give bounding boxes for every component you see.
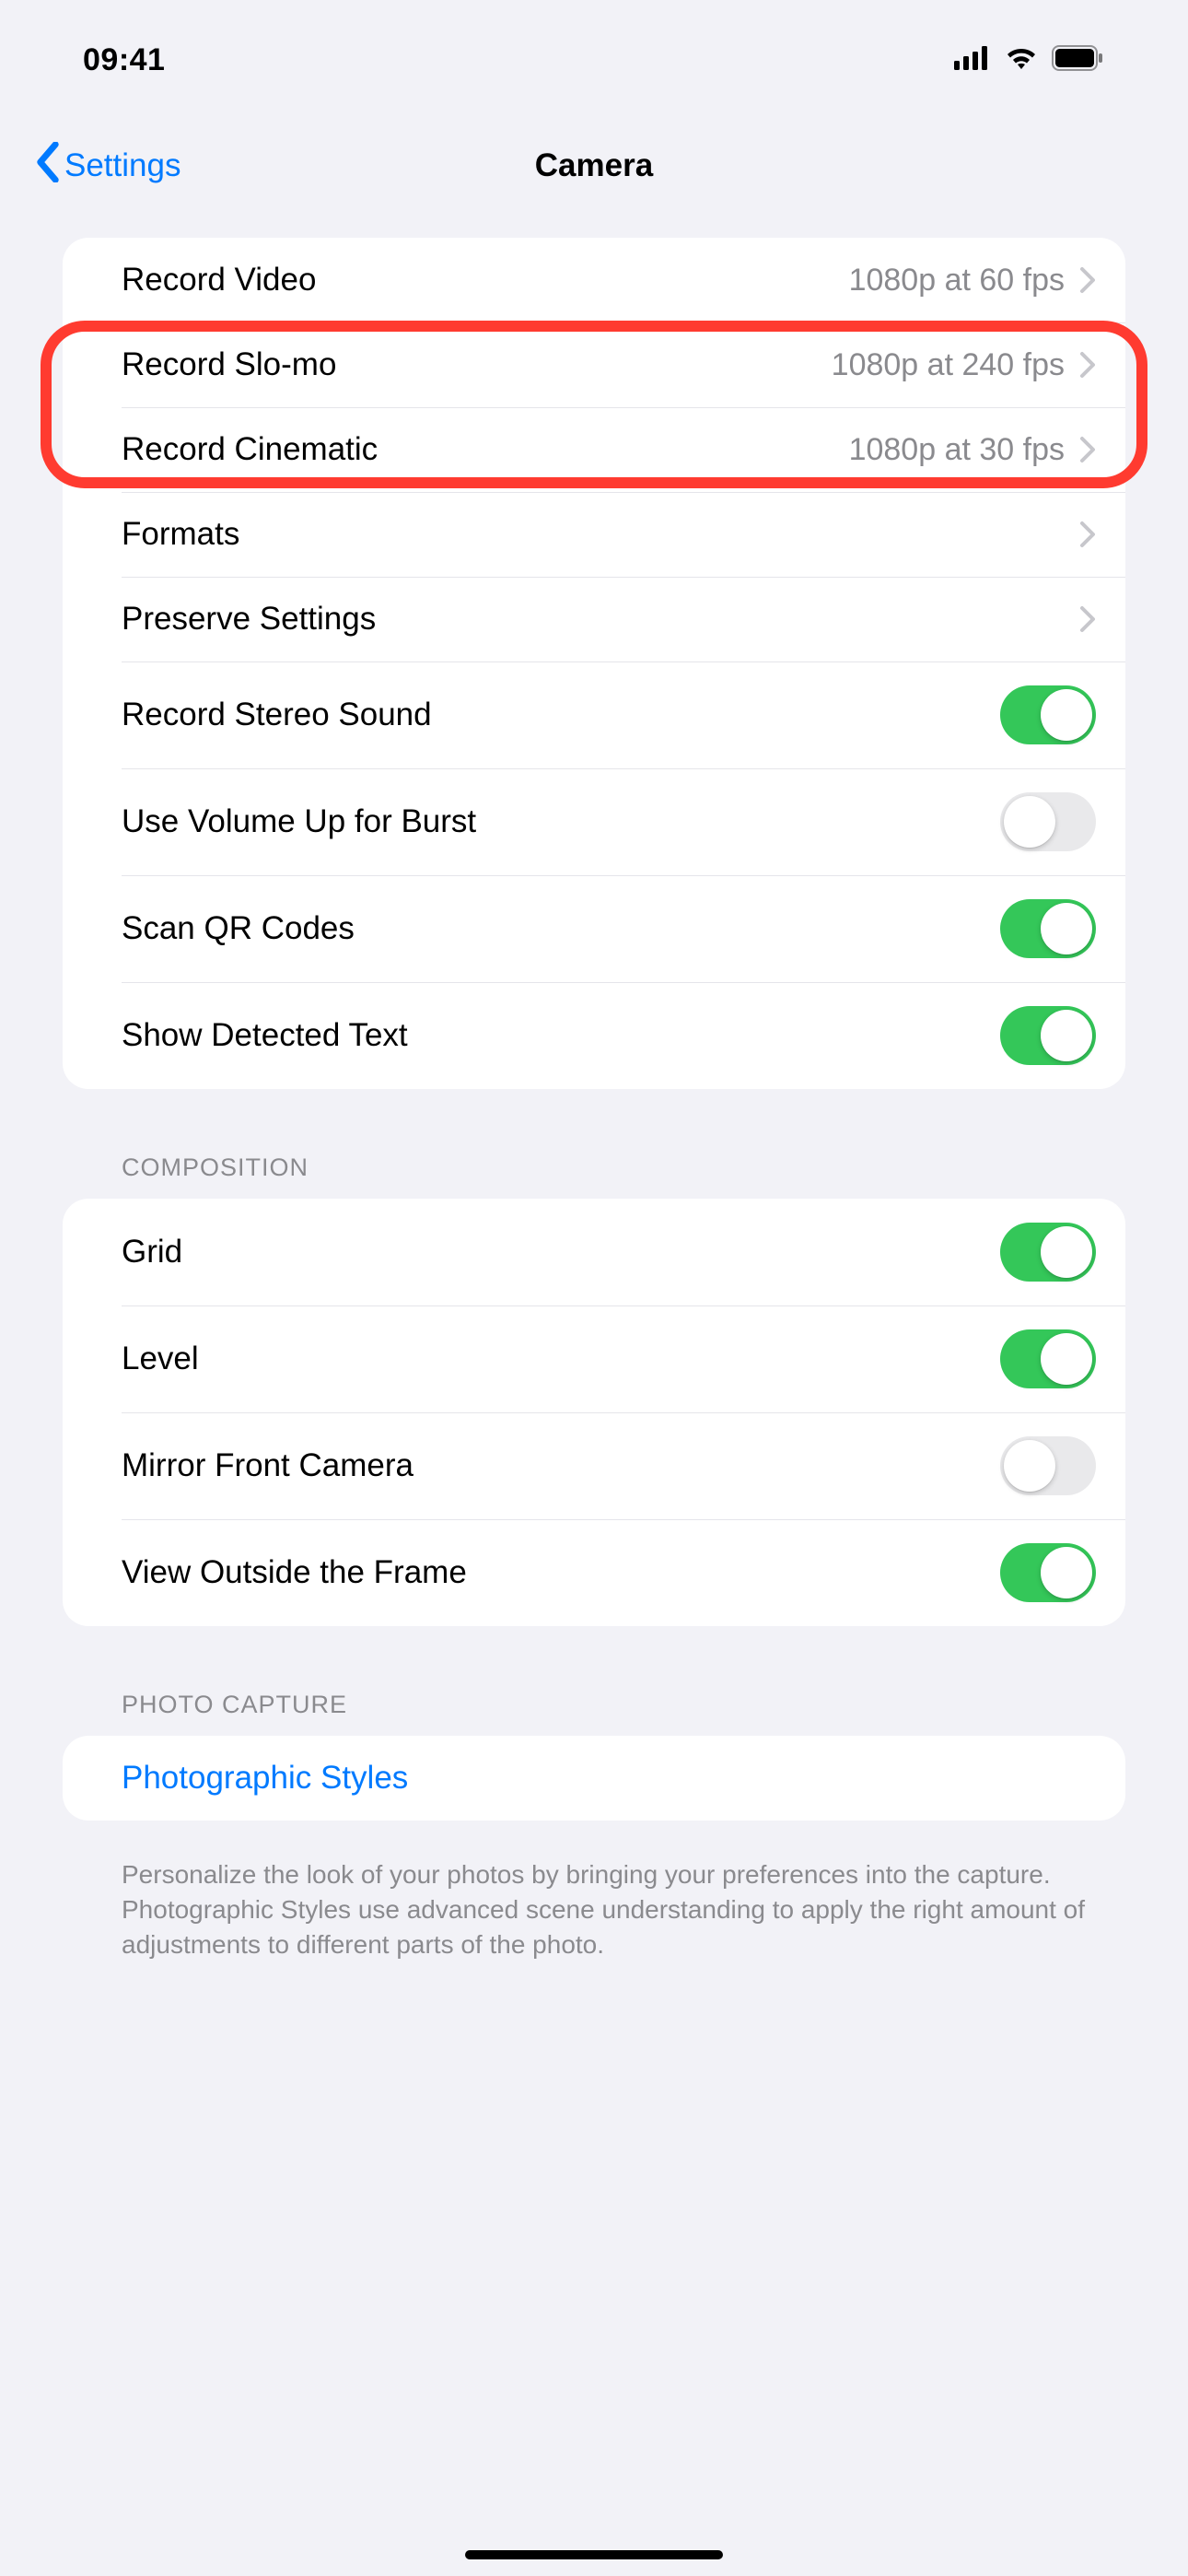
row-volume-up-burst: Use Volume Up for Burst <box>63 768 1125 875</box>
row-label: View Outside the Frame <box>122 1554 1000 1591</box>
row-detail: 1080p at 30 fps <box>849 432 1065 468</box>
toggle-grid[interactable] <box>1000 1223 1096 1282</box>
status-bar: 09:41 <box>0 0 1188 120</box>
row-formats[interactable]: Formats <box>63 492 1125 577</box>
row-record-cinematic[interactable]: Record Cinematic 1080p at 30 fps <box>63 407 1125 492</box>
toggle-view-outside-frame[interactable] <box>1000 1543 1096 1602</box>
wifi-icon <box>1004 45 1039 76</box>
row-label: Record Cinematic <box>122 431 849 468</box>
row-record-video[interactable]: Record Video 1080p at 60 fps <box>63 238 1125 322</box>
row-record-slomo[interactable]: Record Slo-mo 1080p at 240 fps <box>63 322 1125 407</box>
row-preserve-settings[interactable]: Preserve Settings <box>63 577 1125 662</box>
group-footer-photo-capture: Personalize the look of your photos by b… <box>63 1841 1125 1961</box>
chevron-left-icon <box>35 142 61 191</box>
row-label: Photographic Styles <box>122 1760 1096 1797</box>
row-label: Record Video <box>122 262 849 299</box>
row-show-detected-text: Show Detected Text <box>63 982 1125 1089</box>
chevron-right-icon <box>1079 521 1096 548</box>
cellular-icon <box>954 46 991 75</box>
row-scan-qr-codes: Scan QR Codes <box>63 875 1125 982</box>
home-indicator <box>465 2550 723 2559</box>
settings-group-composition: Grid Level Mirror Front Camera View Outs… <box>63 1199 1125 1626</box>
row-label: Use Volume Up for Burst <box>122 803 1000 840</box>
row-level: Level <box>63 1306 1125 1412</box>
row-mirror-front-camera: Mirror Front Camera <box>63 1412 1125 1519</box>
settings-group-photo-capture: Photographic Styles <box>63 1736 1125 1821</box>
back-button[interactable]: Settings <box>35 142 181 191</box>
toggle-mirror-front-camera[interactable] <box>1000 1436 1096 1495</box>
row-label: Show Detected Text <box>122 1017 1000 1054</box>
toggle-volume-up-burst[interactable] <box>1000 792 1096 851</box>
row-label: Grid <box>122 1234 1000 1270</box>
row-detail: 1080p at 240 fps <box>832 347 1065 383</box>
battery-icon <box>1052 45 1105 76</box>
toggle-scan-qr-codes[interactable] <box>1000 899 1096 958</box>
row-record-stereo-sound: Record Stereo Sound <box>63 662 1125 768</box>
chevron-right-icon <box>1079 605 1096 633</box>
group-header-composition: COMPOSITION <box>63 1153 1125 1199</box>
row-label: Record Slo-mo <box>122 346 832 383</box>
back-label: Settings <box>64 147 181 184</box>
group-header-photo-capture: PHOTO CAPTURE <box>63 1691 1125 1736</box>
row-view-outside-frame: View Outside the Frame <box>63 1519 1125 1626</box>
settings-group-main: Record Video 1080p at 60 fps Record Slo-… <box>63 238 1125 1089</box>
page-title: Camera <box>535 147 653 184</box>
row-label: Mirror Front Camera <box>122 1447 1000 1484</box>
toggle-show-detected-text[interactable] <box>1000 1006 1096 1065</box>
row-photographic-styles[interactable]: Photographic Styles <box>63 1736 1125 1821</box>
row-label: Level <box>122 1341 1000 1377</box>
row-label: Formats <box>122 516 1079 553</box>
row-detail: 1080p at 60 fps <box>849 263 1065 299</box>
status-icons <box>954 45 1105 76</box>
chevron-right-icon <box>1079 351 1096 379</box>
status-time: 09:41 <box>83 42 165 78</box>
chevron-right-icon <box>1079 436 1096 463</box>
chevron-right-icon <box>1079 266 1096 294</box>
nav-bar: Settings Camera <box>0 120 1188 212</box>
row-label: Record Stereo Sound <box>122 697 1000 733</box>
row-label: Scan QR Codes <box>122 910 1000 947</box>
toggle-level[interactable] <box>1000 1329 1096 1388</box>
toggle-record-stereo-sound[interactable] <box>1000 685 1096 744</box>
row-label: Preserve Settings <box>122 601 1079 638</box>
row-grid: Grid <box>63 1199 1125 1306</box>
